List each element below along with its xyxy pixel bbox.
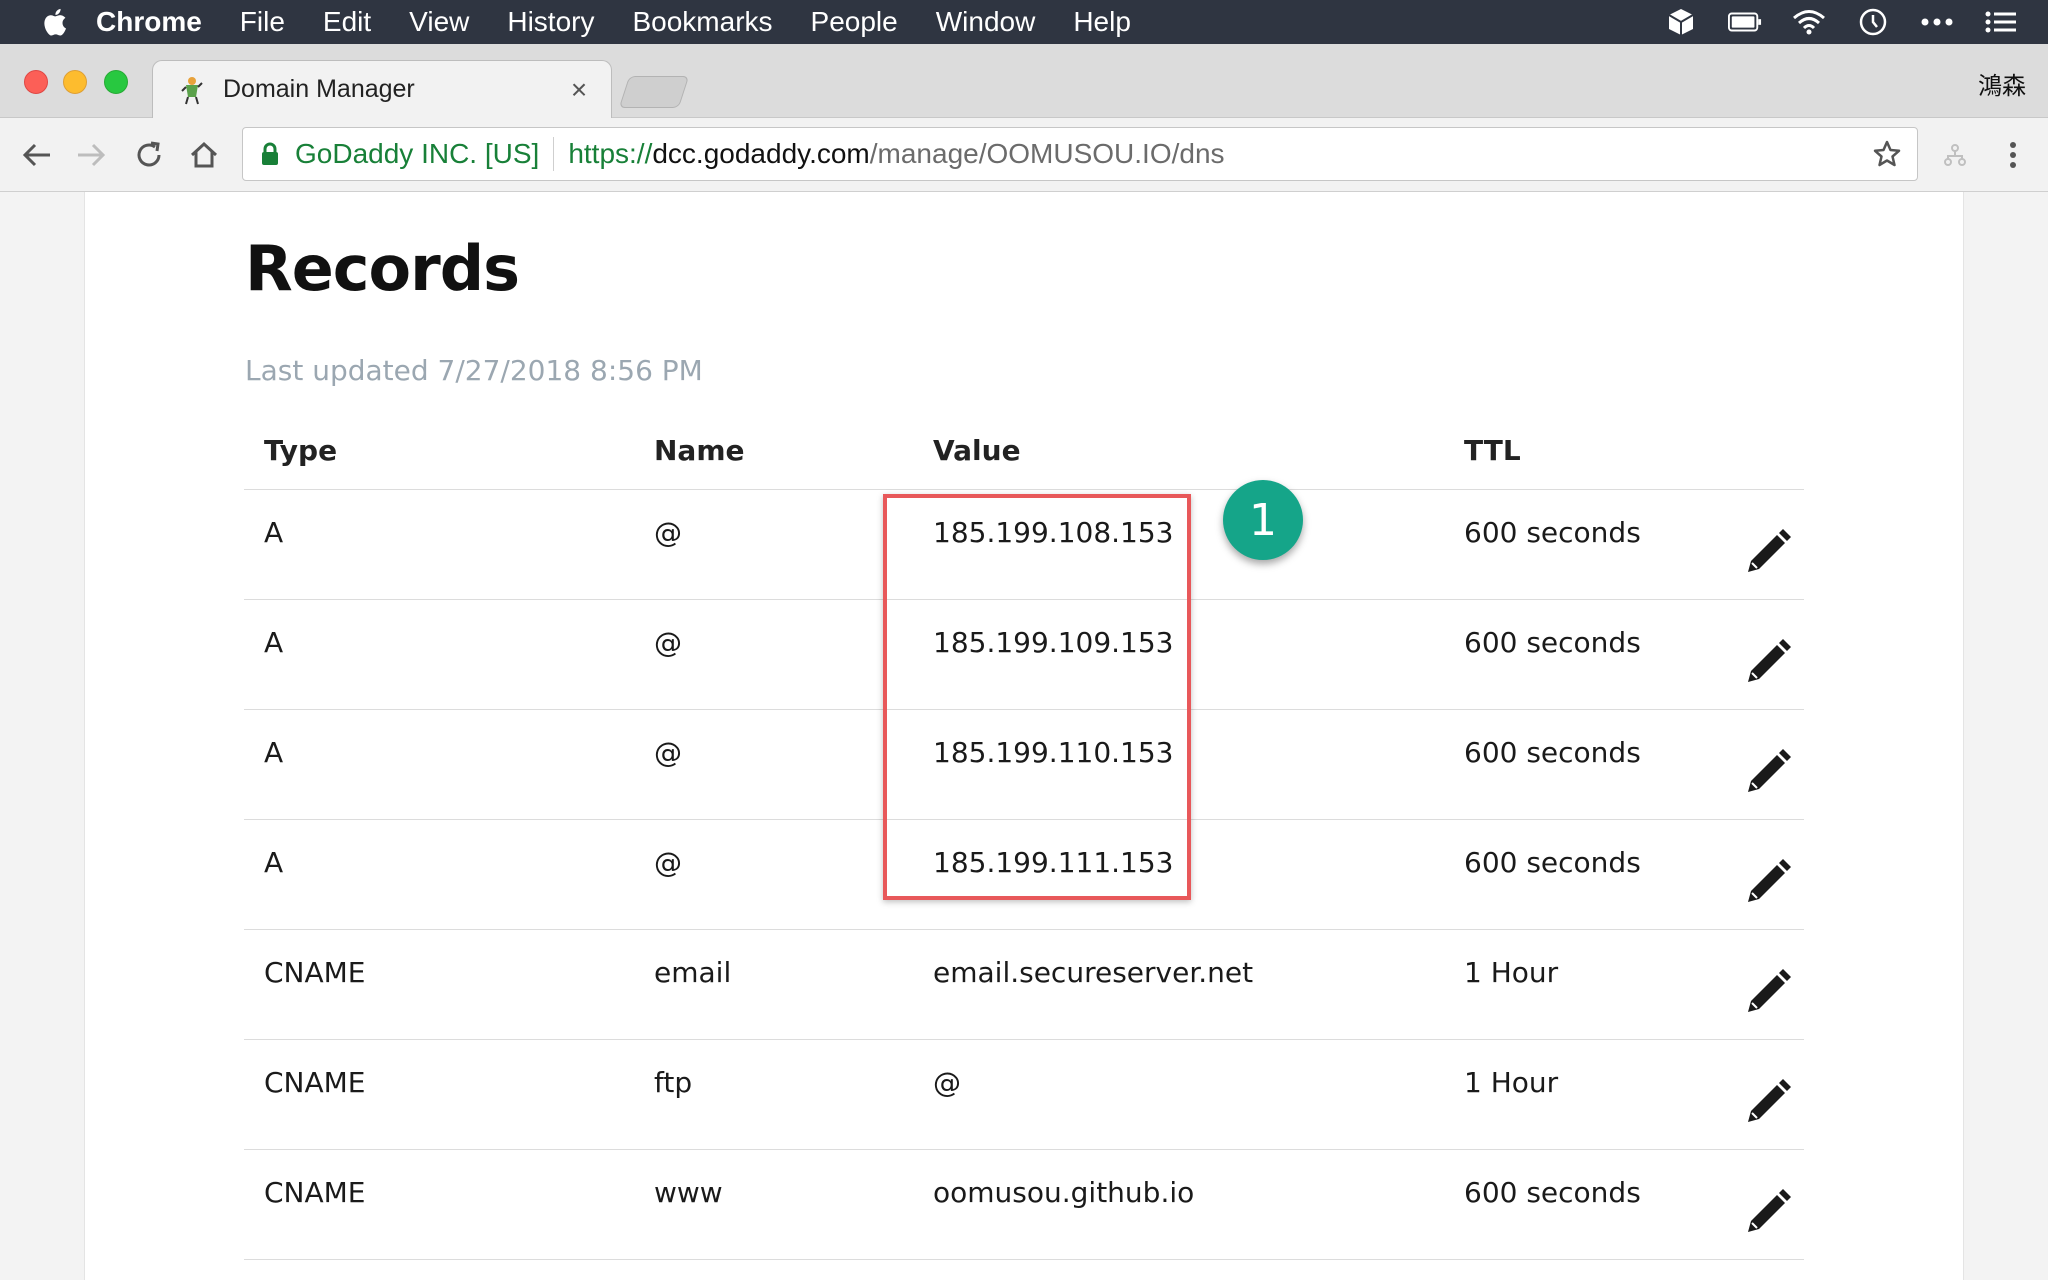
table-row: CNAME ftp @ 1 Hour [244, 1040, 1804, 1150]
cell-value: oomusou.github.io [933, 1176, 1195, 1209]
home-icon[interactable] [185, 136, 223, 174]
cell-ttl: 600 seconds [1464, 846, 1641, 879]
cell-name: email [654, 956, 732, 989]
menu-app-chrome[interactable]: Chrome [96, 6, 202, 38]
cell-name: @ [654, 846, 682, 879]
table-row: CNAME www oomusou.github.io 600 seconds [244, 1150, 1804, 1260]
address-bar[interactable]: GoDaddy INC. [US] https:// dcc.godaddy.c… [242, 127, 1918, 181]
cell-type: CNAME [264, 1066, 366, 1099]
cell-value: @ [933, 1066, 961, 1099]
cell-ttl: 1 Hour [1464, 956, 1559, 989]
cell-type: A [264, 736, 284, 769]
menu-window[interactable]: Window [936, 6, 1036, 38]
header-type[interactable]: Type [264, 434, 337, 467]
status-icons [1664, 0, 2048, 44]
profile-name[interactable]: 鴻森 [1978, 66, 2026, 101]
cell-value: 185.199.108.153 [933, 516, 1174, 549]
close-window-button[interactable] [24, 70, 48, 94]
pencil-icon[interactable] [1740, 1076, 1794, 1130]
address-separator [553, 137, 555, 171]
minimize-window-button[interactable] [63, 70, 87, 94]
reload-icon[interactable] [130, 136, 168, 174]
maximize-window-button[interactable] [104, 70, 128, 94]
cell-ttl: 600 seconds [1464, 736, 1641, 769]
cube-app-icon[interactable] [1664, 7, 1698, 37]
menu-people[interactable]: People [811, 6, 898, 38]
pencil-icon[interactable] [1740, 746, 1794, 800]
cell-name: @ [654, 736, 682, 769]
header-name[interactable]: Name [654, 434, 745, 467]
cell-name: @ [654, 516, 682, 549]
url-scheme: https:// [568, 138, 653, 169]
header-value[interactable]: Value [933, 434, 1021, 467]
cell-type: CNAME [264, 1176, 366, 1209]
dns-records-table: Type Name Value TTL A @ 185.199.108.153 … [244, 418, 1804, 1260]
back-arrow-icon[interactable] [18, 136, 56, 174]
cell-ttl: 600 seconds [1464, 626, 1641, 659]
page-viewport: Records Last updated 7/27/2018 8:56 PM T… [0, 192, 2048, 1280]
battery-icon[interactable] [1728, 7, 1762, 37]
tab-domain-manager[interactable]: Domain Manager × [152, 60, 612, 118]
url-path: /manage/OOMUSOU.IO/dns [869, 138, 1225, 169]
tab-title: Domain Manager [223, 75, 415, 103]
cell-value: 185.199.109.153 [933, 626, 1174, 659]
cell-type: A [264, 626, 284, 659]
menu-help[interactable]: Help [1073, 6, 1131, 38]
header-ttl[interactable]: TTL [1464, 434, 1521, 467]
apple-logo-icon[interactable] [40, 7, 68, 37]
kebab-menu-icon[interactable] [1994, 136, 2032, 174]
cell-type: A [264, 516, 284, 549]
table-row: A @ 185.199.110.153 600 seconds [244, 710, 1804, 820]
menu-file[interactable]: File [240, 6, 285, 38]
pencil-icon[interactable] [1740, 966, 1794, 1020]
table-row: CNAME email email.secureserver.net 1 Hou… [244, 930, 1804, 1040]
cell-value: 185.199.111.153 [933, 846, 1174, 879]
page-title: Records [245, 232, 520, 305]
godaddy-favicon-icon [179, 75, 205, 105]
cell-name: ftp [654, 1066, 693, 1099]
pencil-icon[interactable] [1740, 636, 1794, 690]
cell-name: @ [654, 626, 682, 659]
menu-view[interactable]: View [409, 6, 469, 38]
star-icon[interactable] [1871, 138, 1903, 170]
table-row: A @ 185.199.111.153 600 seconds [244, 820, 1804, 930]
more-dots-icon[interactable] [1920, 7, 1954, 37]
clock-icon[interactable] [1856, 7, 1890, 37]
cell-ttl: 600 seconds [1464, 516, 1641, 549]
menu-edit[interactable]: Edit [323, 6, 371, 38]
menu-bookmarks[interactable]: Bookmarks [632, 6, 772, 38]
macos-menu-bar: Chrome File Edit View History Bookmarks … [0, 0, 2048, 44]
table-row: A @ 185.199.109.153 600 seconds [244, 600, 1804, 710]
table-row: A @ 185.199.108.153 600 seconds [244, 490, 1804, 600]
last-updated-text: Last updated 7/27/2018 8:56 PM [245, 354, 703, 387]
notification-list-icon[interactable] [1984, 7, 2018, 37]
extension-icon[interactable] [1936, 136, 1974, 174]
cell-type: CNAME [264, 956, 366, 989]
cell-value: 185.199.110.153 [933, 736, 1174, 769]
close-tab-icon[interactable]: × [565, 74, 593, 105]
lock-icon[interactable] [261, 141, 281, 167]
table-header: Type Name Value TTL [244, 418, 1804, 490]
cell-value: email.secureserver.net [933, 956, 1254, 989]
tab-strip: Domain Manager × 鴻森 [0, 44, 2048, 118]
pencil-icon[interactable] [1740, 856, 1794, 910]
step-badge: 1 [1223, 480, 1303, 560]
pencil-icon[interactable] [1740, 1186, 1794, 1240]
cell-type: A [264, 846, 284, 879]
ev-certificate-label[interactable]: GoDaddy INC. [US] [295, 138, 539, 170]
url-host: dcc.godaddy.com [652, 138, 870, 169]
browser-toolbar: GoDaddy INC. [US] https:// dcc.godaddy.c… [0, 118, 2048, 192]
wifi-icon[interactable] [1792, 7, 1826, 37]
forward-arrow-icon[interactable] [72, 136, 110, 174]
pencil-icon[interactable] [1740, 526, 1794, 580]
cell-ttl: 600 seconds [1464, 1176, 1641, 1209]
cell-ttl: 1 Hour [1464, 1066, 1559, 1099]
menu-history[interactable]: History [507, 6, 594, 38]
cell-name: www [654, 1176, 723, 1209]
new-tab-button[interactable] [618, 76, 690, 108]
